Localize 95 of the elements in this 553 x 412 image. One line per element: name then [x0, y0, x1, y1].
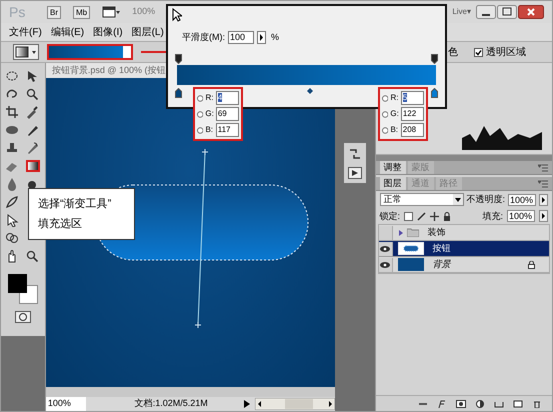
field-label: B: [205, 124, 214, 136]
layer-row[interactable]: 背景 [378, 257, 550, 273]
radio-button[interactable] [382, 94, 388, 102]
restore-icon[interactable] [497, 5, 517, 19]
smoothness-label: 平滑度(M): [182, 31, 225, 44]
layer-thumbnail [398, 242, 424, 255]
minimize-icon[interactable] [476, 5, 496, 19]
callout-text: 选择“渐变工具” [38, 196, 112, 212]
opacity-stop-icon[interactable] [175, 54, 182, 64]
caret-icon [452, 194, 462, 206]
cursor-icon [172, 8, 182, 22]
move-icon[interactable] [430, 212, 440, 221]
color-stop-icon[interactable] [175, 88, 182, 98]
color-value-field[interactable]: 5 [400, 91, 424, 105]
menu-item[interactable]: 图层(L) [132, 24, 164, 40]
live-menu[interactable]: Live▾ [452, 6, 471, 18]
color-stop-icon[interactable] [431, 88, 438, 98]
ellipses-icon[interactable] [4, 231, 21, 245]
crop-icon[interactable] [4, 105, 21, 119]
pen-icon[interactable] [4, 195, 21, 209]
document-size: 文档:1.02M/5.21M [134, 397, 209, 410]
smoothness-field[interactable]: 100 [228, 31, 254, 44]
gradient-tool-icon[interactable] [13, 44, 39, 60]
radio-button[interactable] [197, 110, 204, 118]
color-value-field[interactable]: 122 [400, 107, 424, 121]
app-logo: Ps [9, 2, 26, 22]
menu-item[interactable]: 编辑(E) [50, 24, 84, 40]
close-icon[interactable] [518, 5, 544, 19]
panel-tab[interactable]: 调整 [380, 160, 406, 174]
panel-menu-icon[interactable] [538, 180, 548, 188]
radio-button[interactable] [382, 110, 388, 118]
zoom-icon[interactable] [24, 87, 41, 101]
slider-arrow-icon[interactable] [539, 210, 548, 222]
quick-mask-icon[interactable] [14, 311, 31, 323]
panel-menu-icon[interactable] [538, 164, 548, 172]
callout-text: 填充选区 [38, 216, 83, 232]
field-label: G: [390, 108, 399, 120]
transparency-checkbox[interactable] [474, 48, 483, 56]
panel-tab[interactable]: 图层 [380, 176, 406, 190]
field-label: R: [390, 92, 399, 104]
field-label: G: [205, 108, 214, 120]
color-value-field[interactable]: 69 [216, 107, 239, 121]
opacity-stop-icon[interactable] [431, 54, 438, 64]
lock-label: 锁定: [380, 210, 400, 222]
gradient-picker[interactable] [47, 44, 133, 60]
layer-row[interactable]: 按钮 [378, 241, 550, 257]
radio-button[interactable] [197, 94, 204, 102]
opacity-label: 不透明度: [466, 193, 506, 206]
adjustment-icon[interactable] [475, 400, 486, 408]
lock-icon[interactable] [443, 212, 452, 221]
app-button[interactable]: Br [47, 6, 61, 18]
midpoint-icon[interactable] [307, 88, 313, 94]
percent-sign: % [271, 31, 280, 44]
menu-item[interactable]: 文件(F) [9, 24, 42, 40]
scrollbar-drawing[interactable] [254, 398, 335, 410]
expand-triangle-icon[interactable] [398, 228, 404, 236]
field-label: R: [205, 92, 214, 104]
fill-field[interactable]: 100% [507, 210, 536, 222]
app-button[interactable]: Mb [73, 6, 90, 18]
radio-button[interactable] [197, 126, 204, 134]
swap-icon[interactable] [348, 147, 362, 161]
checkbox-label: 透明区域 [486, 46, 526, 60]
menu-item[interactable]: 图像(I) [93, 24, 123, 40]
brush-icon[interactable] [417, 212, 426, 221]
fill-label: 填充: [482, 210, 504, 222]
zoom-field[interactable]: 100% [46, 397, 86, 411]
gradient-tool-icon[interactable] [24, 159, 41, 173]
color-value-field[interactable]: 117 [216, 123, 240, 137]
layer-name: 按钮 [432, 242, 452, 255]
trash-icon[interactable] [532, 400, 542, 408]
slider-arrow-icon[interactable] [257, 31, 266, 44]
opacity-field[interactable]: 100% [508, 194, 536, 206]
mask-icon[interactable] [456, 400, 466, 408]
play-icon[interactable] [242, 399, 251, 409]
color-swatches-drawing[interactable] [8, 274, 38, 304]
radio-button[interactable] [382, 126, 388, 134]
field-label: B: [390, 124, 399, 136]
slider-arrow-icon[interactable] [539, 194, 548, 206]
color-value-field[interactable]: 208 [400, 123, 424, 137]
pointer-icon[interactable] [4, 213, 21, 227]
fx-icon[interactable] [437, 400, 448, 408]
eye-icon[interactable] [380, 262, 390, 268]
eye-icon[interactable] [380, 246, 390, 252]
layer-thumbnail [398, 258, 424, 271]
screen-mode-icon[interactable] [102, 6, 120, 18]
blob-icon[interactable] [4, 123, 21, 137]
color-value-field[interactable]: 4 [216, 91, 240, 105]
zoom-icon[interactable] [24, 249, 41, 263]
lock-pixels-icon[interactable] [404, 212, 414, 221]
option-label: 色 [448, 46, 458, 60]
layer-name: 装饰 [428, 226, 446, 239]
new-layer-icon[interactable] [513, 400, 524, 408]
play-panel-icon[interactable] [348, 167, 362, 179]
layer-name: 背景 [432, 258, 452, 271]
blend-mode-dropdown[interactable]: 正常 [380, 193, 464, 206]
